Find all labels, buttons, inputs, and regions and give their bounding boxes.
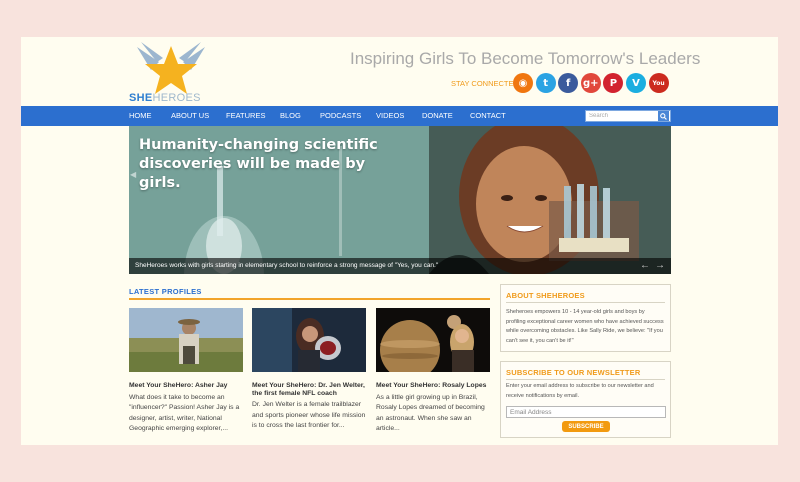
newsletter-text: Enter your email address to subscribe to… <box>506 383 654 399</box>
nav-podcasts[interactable]: PODCASTS <box>320 111 361 120</box>
profile-image[interactable] <box>376 308 490 372</box>
newsletter-title: SUBSCRIBE TO OUR NEWSLETTER <box>506 368 641 377</box>
page: SHEHEROES Inspiring Girls To Become Tomo… <box>21 37 778 445</box>
youtube-icon[interactable]: You <box>648 73 669 93</box>
search-button[interactable] <box>658 111 669 121</box>
logo-text: SHEHEROES <box>129 92 201 104</box>
twitter-icon[interactable]: t <box>535 73 556 93</box>
newsletter-box: SUBSCRIBE TO OUR NEWSLETTER Enter your e… <box>500 361 671 438</box>
profile-title[interactable]: Meet Your SheHero: Dr. Jen Welter, the f… <box>252 382 367 397</box>
search-box <box>585 110 671 122</box>
hero-caption-bar: SheHeroes works with girls starting in e… <box>129 258 671 274</box>
hero-caption: SheHeroes works with girls starting in e… <box>135 262 439 269</box>
email-field[interactable] <box>506 406 666 418</box>
profile-card[interactable]: Meet Your SheHero: Dr. Jen Welter, the f… <box>252 308 367 432</box>
profile-photo-jen-welter <box>252 308 366 372</box>
profile-image[interactable] <box>252 308 366 372</box>
google-plus-icon[interactable]: g+ <box>580 73 601 93</box>
box-divider <box>506 379 665 380</box>
social-links: ◉ t f g+ P V You <box>513 73 669 93</box>
pinterest-icon[interactable]: P <box>603 73 624 93</box>
nav-blog[interactable]: BLOG <box>280 111 301 120</box>
subscribe-button[interactable]: SUBSCRIBE <box>562 421 610 432</box>
hero-headline: Humanity-changing scientific discoveries… <box>139 137 378 191</box>
box-divider <box>506 302 665 303</box>
profile-excerpt: Dr. Jen Welter is a female trailblazer a… <box>252 401 366 429</box>
profile-photo-asher-jay <box>129 308 243 372</box>
about-text: Sheheroes empowers 10 - 14 year-old girl… <box>506 309 664 344</box>
stay-connected-label: STAY CONNECTED <box>451 79 519 88</box>
next-arrow-icon[interactable]: → <box>655 260 665 271</box>
tagline: Inspiring Girls To Become Tomorrow's Lea… <box>350 49 701 68</box>
hero-slider[interactable]: Humanity-changing scientific discoveries… <box>129 126 671 274</box>
hero-prev-side-icon[interactable]: ◀ <box>130 170 136 179</box>
search-input[interactable] <box>586 113 658 119</box>
profile-title[interactable]: Meet Your SheHero: Asher Jay <box>129 382 244 390</box>
nav-contact[interactable]: CONTACT <box>470 111 506 120</box>
profile-excerpt: As a little girl growing up in Brazil, R… <box>376 393 485 433</box>
profile-title[interactable]: Meet Your SheHero: Rosaly Lopes <box>376 382 491 390</box>
prev-arrow-icon[interactable]: ← <box>640 260 650 271</box>
search-icon <box>660 112 667 120</box>
profile-image[interactable] <box>129 308 243 372</box>
rss-icon[interactable]: ◉ <box>513 73 533 93</box>
profile-photo-rosaly-lopes <box>376 308 490 372</box>
main-nav: HOME ABOUT US FEATURES BLOG PODCASTS VID… <box>21 106 778 126</box>
nav-about-us[interactable]: ABOUT US <box>171 111 209 120</box>
latest-profiles-heading: LATEST PROFILES <box>129 287 202 296</box>
profile-excerpt: What does it take to become an "influenc… <box>129 393 240 433</box>
nav-videos[interactable]: VIDEOS <box>376 111 404 120</box>
section-divider <box>129 298 490 300</box>
about-title: ABOUT SHEHEROES <box>506 291 585 300</box>
logo-heroes: HEROES <box>152 92 201 104</box>
profile-card[interactable]: Meet Your SheHero: Asher Jay What does i… <box>129 308 244 435</box>
facebook-icon[interactable]: f <box>558 73 579 93</box>
about-box: ABOUT SHEHEROES Sheheroes empowers 10 - … <box>500 284 671 352</box>
vimeo-icon[interactable]: V <box>625 73 646 93</box>
logo-she: SHE <box>129 92 153 104</box>
nav-features[interactable]: FEATURES <box>226 111 265 120</box>
nav-donate[interactable]: DONATE <box>422 111 453 120</box>
nav-home[interactable]: HOME <box>129 111 152 120</box>
profile-card[interactable]: Meet Your SheHero: Rosaly Lopes As a lit… <box>376 308 491 435</box>
